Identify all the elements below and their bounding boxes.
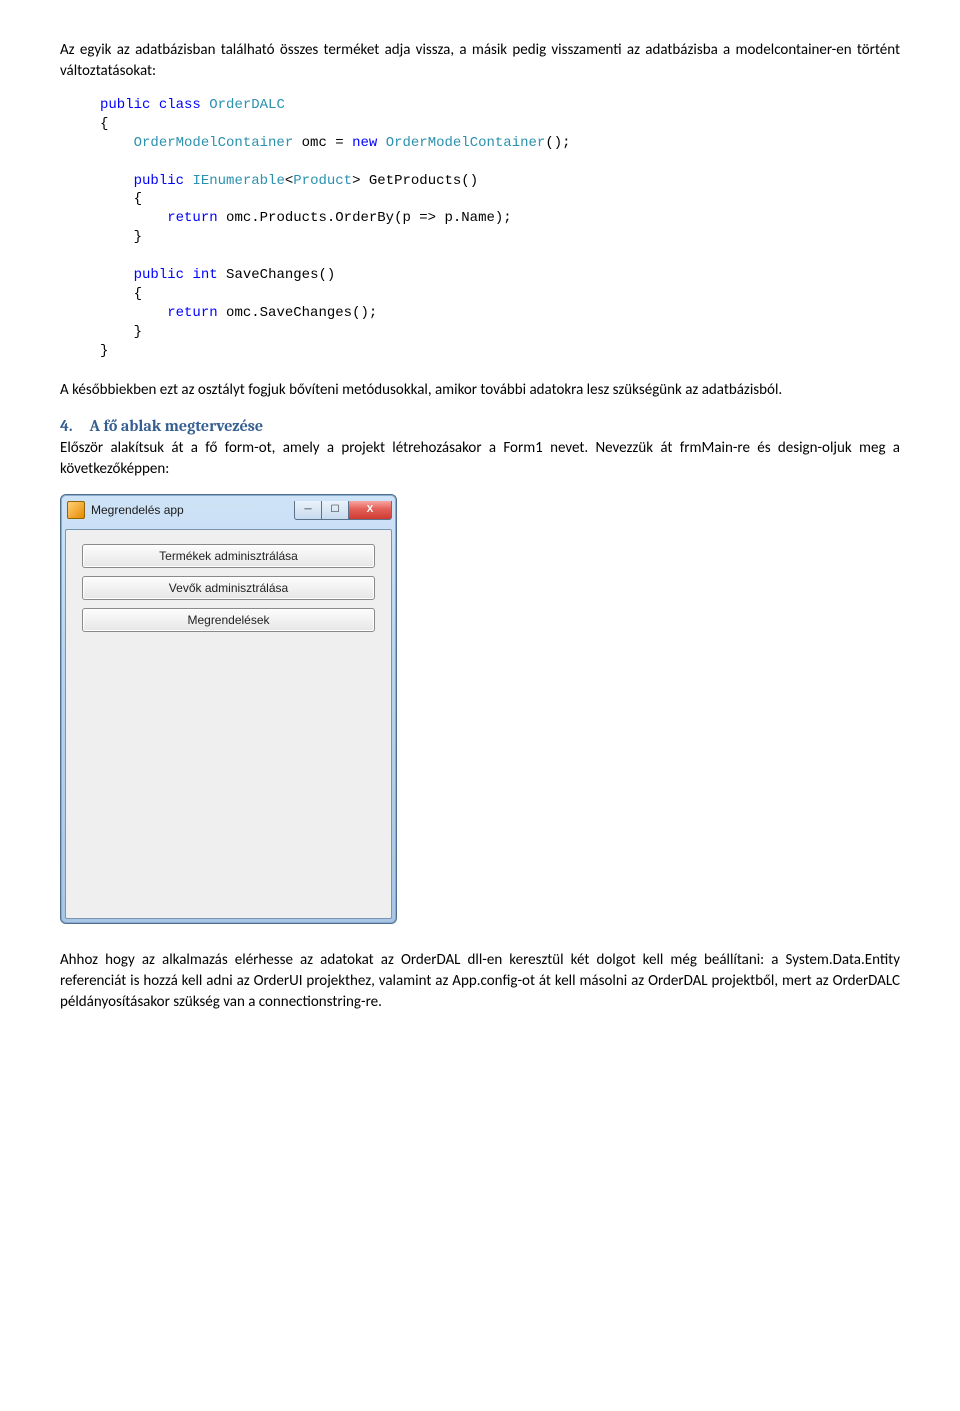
window-title: Megrendelés app — [91, 502, 288, 519]
code-token: } — [100, 343, 108, 359]
code-token: } — [100, 324, 142, 340]
code-token: } — [100, 229, 142, 245]
code-token: Product — [293, 173, 352, 189]
code-token: return — [167, 305, 217, 321]
code-token: OrderModelContainer — [134, 135, 294, 151]
code-token — [100, 135, 134, 151]
code-token: { — [100, 286, 142, 302]
minimize-button[interactable]: ─ — [294, 501, 321, 520]
paragraph-intro: Az egyik az adatbázisban található össze… — [60, 40, 900, 82]
paragraph-later: A későbbiekben ezt az osztályt fogjuk bő… — [60, 380, 900, 401]
heading-4-title: A fő ablak megtervezése — [90, 417, 264, 435]
code-token: omc.SaveChanges(); — [218, 305, 378, 321]
code-token: return — [167, 210, 217, 226]
code-token: new — [352, 135, 377, 151]
code-token: class — [159, 97, 201, 113]
window-controls: ─ ☐ X — [294, 501, 392, 520]
code-token: int — [192, 267, 217, 283]
code-token: > GetProducts() — [352, 173, 478, 189]
window-client-area: Termékek adminisztrálása Vevők adminiszt… — [65, 529, 392, 919]
code-token: omc.Products.OrderBy(p => p.Name); — [218, 210, 512, 226]
code-token — [100, 210, 167, 226]
orders-button[interactable]: Megrendelések — [82, 608, 375, 632]
code-token: < — [285, 173, 293, 189]
code-token — [100, 173, 134, 189]
maximize-button[interactable]: ☐ — [321, 501, 349, 520]
code-token: public — [134, 173, 184, 189]
code-token — [100, 267, 134, 283]
code-token: public — [134, 267, 184, 283]
app-icon — [67, 501, 85, 519]
code-token — [100, 305, 167, 321]
code-block-orderdalc: public class OrderDALC { OrderModelConta… — [100, 96, 900, 360]
paragraph-config: Ahhoz hogy az alkalmazás elérhesse az ad… — [60, 950, 900, 1013]
code-token: { — [100, 116, 108, 132]
code-token: public — [100, 97, 150, 113]
heading-4: 4. A fő ablak megtervezése — [60, 417, 263, 435]
code-token: (); — [545, 135, 570, 151]
products-admin-button[interactable]: Termékek adminisztrálása — [82, 544, 375, 568]
customers-admin-button[interactable]: Vevők adminisztrálása — [82, 576, 375, 600]
code-token: IEnumerable — [192, 173, 284, 189]
close-button[interactable]: X — [349, 501, 392, 520]
code-token: SaveChanges() — [218, 267, 336, 283]
titlebar: Megrendelés app ─ ☐ X — [61, 495, 396, 525]
code-token: OrderModelContainer — [386, 135, 546, 151]
paragraph-design: Először alakítsuk át a fő form-ot, amely… — [60, 439, 900, 478]
section-4: 4. A fő ablak megtervezése Először alakí… — [60, 415, 900, 480]
code-token: omc = — [293, 135, 352, 151]
heading-4-number: 4. — [60, 415, 86, 437]
code-token — [377, 135, 385, 151]
form-screenshot: Megrendelés app ─ ☐ X Termékek adminiszt… — [60, 494, 900, 924]
window-frame: Megrendelés app ─ ☐ X Termékek adminiszt… — [60, 494, 397, 924]
code-token: { — [100, 191, 142, 207]
code-token: OrderDALC — [209, 97, 285, 113]
